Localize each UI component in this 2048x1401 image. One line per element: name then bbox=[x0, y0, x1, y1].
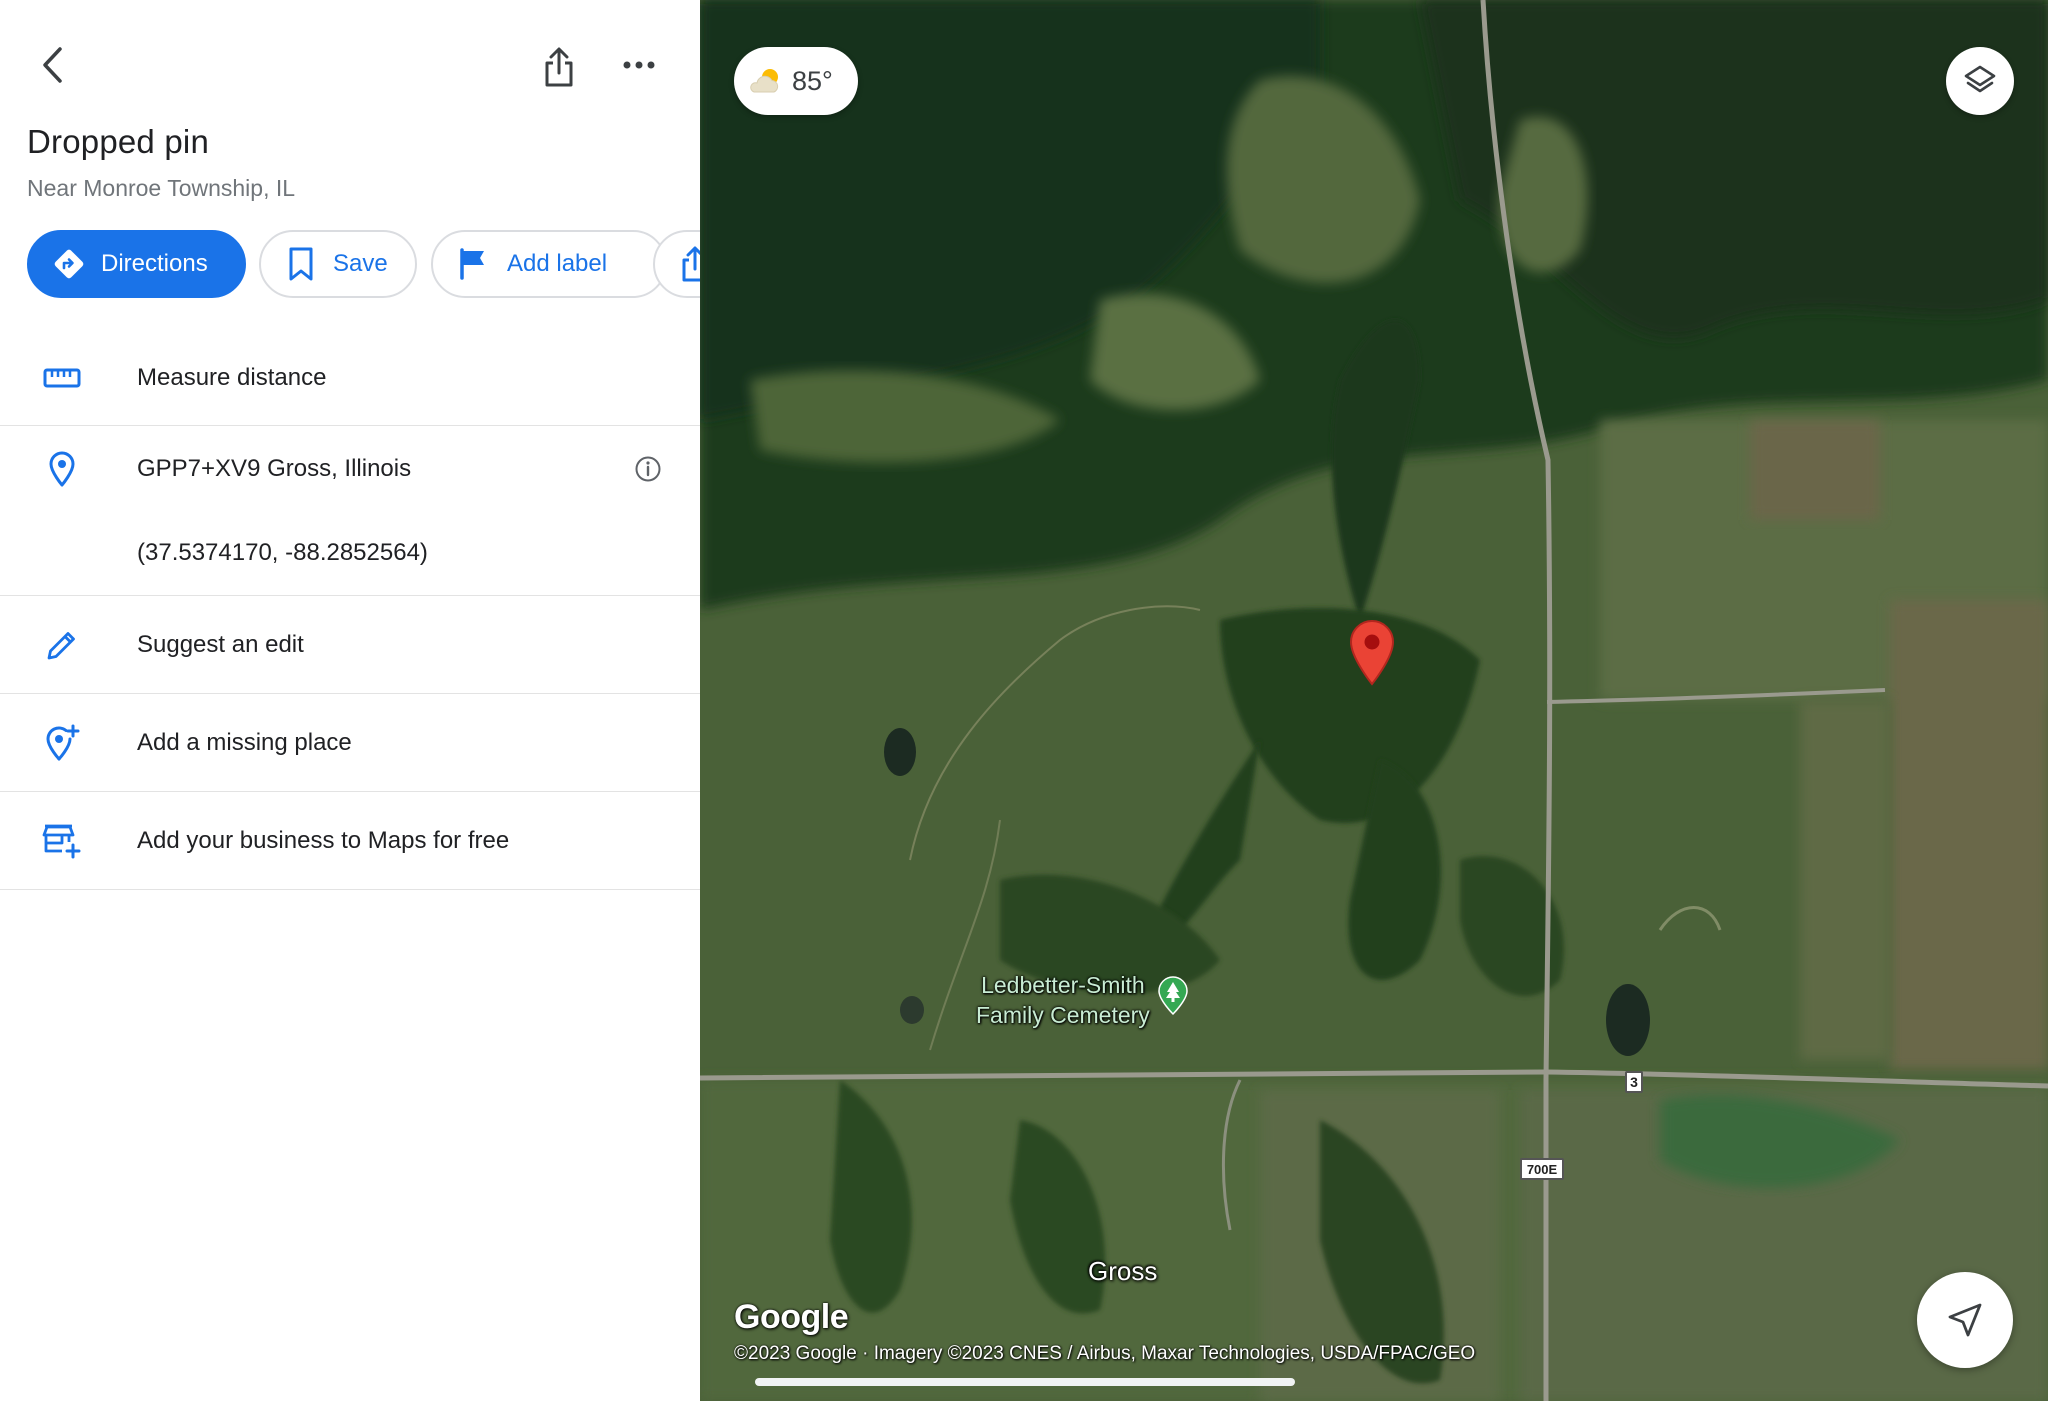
info-icon[interactable] bbox=[632, 453, 664, 485]
share-icon bbox=[545, 47, 573, 87]
plus-code-text: GPP7+XV9 Gross, Illinois bbox=[137, 454, 412, 482]
add-business-label: Add your business to Maps for free bbox=[137, 826, 510, 854]
save-button[interactable]: Save bbox=[259, 230, 417, 298]
partly-sunny-icon bbox=[750, 69, 779, 93]
weather-temperature: 85° bbox=[792, 65, 833, 96]
flag-icon bbox=[457, 246, 493, 282]
satellite-map[interactable]: 85° Ledbetter-Smith Family Cemetery 3 70… bbox=[700, 0, 2048, 1401]
measure-distance-label: Measure distance bbox=[137, 363, 327, 391]
plus-code-row[interactable]: GPP7+XV9 Gross, Illinois bbox=[0, 426, 700, 511]
action-chips: Directions Save Add label bbox=[27, 230, 700, 298]
home-indicator[interactable] bbox=[755, 1378, 1295, 1386]
my-location-button[interactable] bbox=[1917, 1272, 2013, 1368]
panel-top-bar bbox=[0, 0, 700, 130]
place-subtitle: Near Monroe Township, IL bbox=[27, 175, 296, 201]
add-label-text: Add label bbox=[507, 250, 608, 277]
pencil-icon bbox=[40, 623, 84, 667]
share-button[interactable] bbox=[536, 42, 582, 92]
save-label: Save bbox=[333, 250, 388, 277]
measure-distance-row[interactable]: Measure distance bbox=[0, 330, 700, 426]
cemetery-icon bbox=[1158, 976, 1188, 1016]
route-shield-3: 3 bbox=[1625, 1071, 1643, 1093]
more-options-button[interactable] bbox=[614, 45, 664, 85]
coordinates-row[interactable]: (37.5374170, -88.2852564) bbox=[0, 511, 700, 596]
directions-button[interactable]: Directions bbox=[27, 230, 246, 298]
bookmark-icon bbox=[283, 246, 319, 282]
coordinates-text: (37.5374170, -88.2852564) bbox=[137, 539, 428, 566]
share-chip-button[interactable] bbox=[653, 230, 700, 298]
weather-chip[interactable]: 85° bbox=[734, 47, 858, 115]
place-details-list: Measure distance GPP7+XV9 Gross, Illinoi… bbox=[0, 330, 700, 890]
add-business-icon bbox=[40, 819, 84, 863]
add-location-icon bbox=[40, 721, 84, 765]
route-shield-700e: 700E bbox=[1520, 1158, 1564, 1180]
map-attribution: ©2023 Google · Imagery ©2023 CNES / Airb… bbox=[734, 1343, 1476, 1364]
google-logo: Google bbox=[734, 1298, 849, 1336]
suggest-edit-row[interactable]: Suggest an edit bbox=[0, 596, 700, 694]
place-label-gross[interactable]: Gross bbox=[1088, 1256, 1157, 1287]
ruler-icon bbox=[40, 356, 84, 400]
poi-label: Ledbetter-Smith Family Cemetery bbox=[976, 970, 1150, 1030]
directions-label: Directions bbox=[101, 250, 208, 277]
share-icon bbox=[677, 246, 700, 282]
poi-name-line2: Family Cemetery bbox=[976, 1002, 1150, 1028]
satellite-imagery bbox=[700, 0, 2048, 1401]
add-missing-place-row[interactable]: Add a missing place bbox=[0, 694, 700, 792]
more-horizontal-icon bbox=[623, 61, 655, 69]
directions-icon bbox=[51, 246, 87, 282]
location-pin-icon bbox=[40, 447, 84, 491]
place-panel: Dropped pin Near Monroe Township, IL Dir… bbox=[0, 0, 700, 1401]
back-button[interactable] bbox=[30, 42, 76, 88]
add-label-button[interactable]: Add label bbox=[431, 230, 667, 298]
navigation-arrow-icon bbox=[1948, 1303, 1982, 1337]
add-missing-place-label: Add a missing place bbox=[137, 728, 352, 756]
suggest-edit-label: Suggest an edit bbox=[137, 630, 304, 658]
layers-icon bbox=[1964, 65, 1996, 93]
poi-name-line1: Ledbetter-Smith bbox=[981, 972, 1145, 998]
place-title: Dropped pin bbox=[27, 123, 209, 160]
add-business-row[interactable]: Add your business to Maps for free bbox=[0, 792, 700, 890]
dropped-pin-marker[interactable] bbox=[1348, 620, 1396, 686]
poi-ledbetter-smith-cemetery[interactable]: Ledbetter-Smith Family Cemetery bbox=[976, 970, 1190, 1030]
back-arrow-icon bbox=[43, 47, 62, 83]
layers-button[interactable] bbox=[1946, 47, 2014, 115]
